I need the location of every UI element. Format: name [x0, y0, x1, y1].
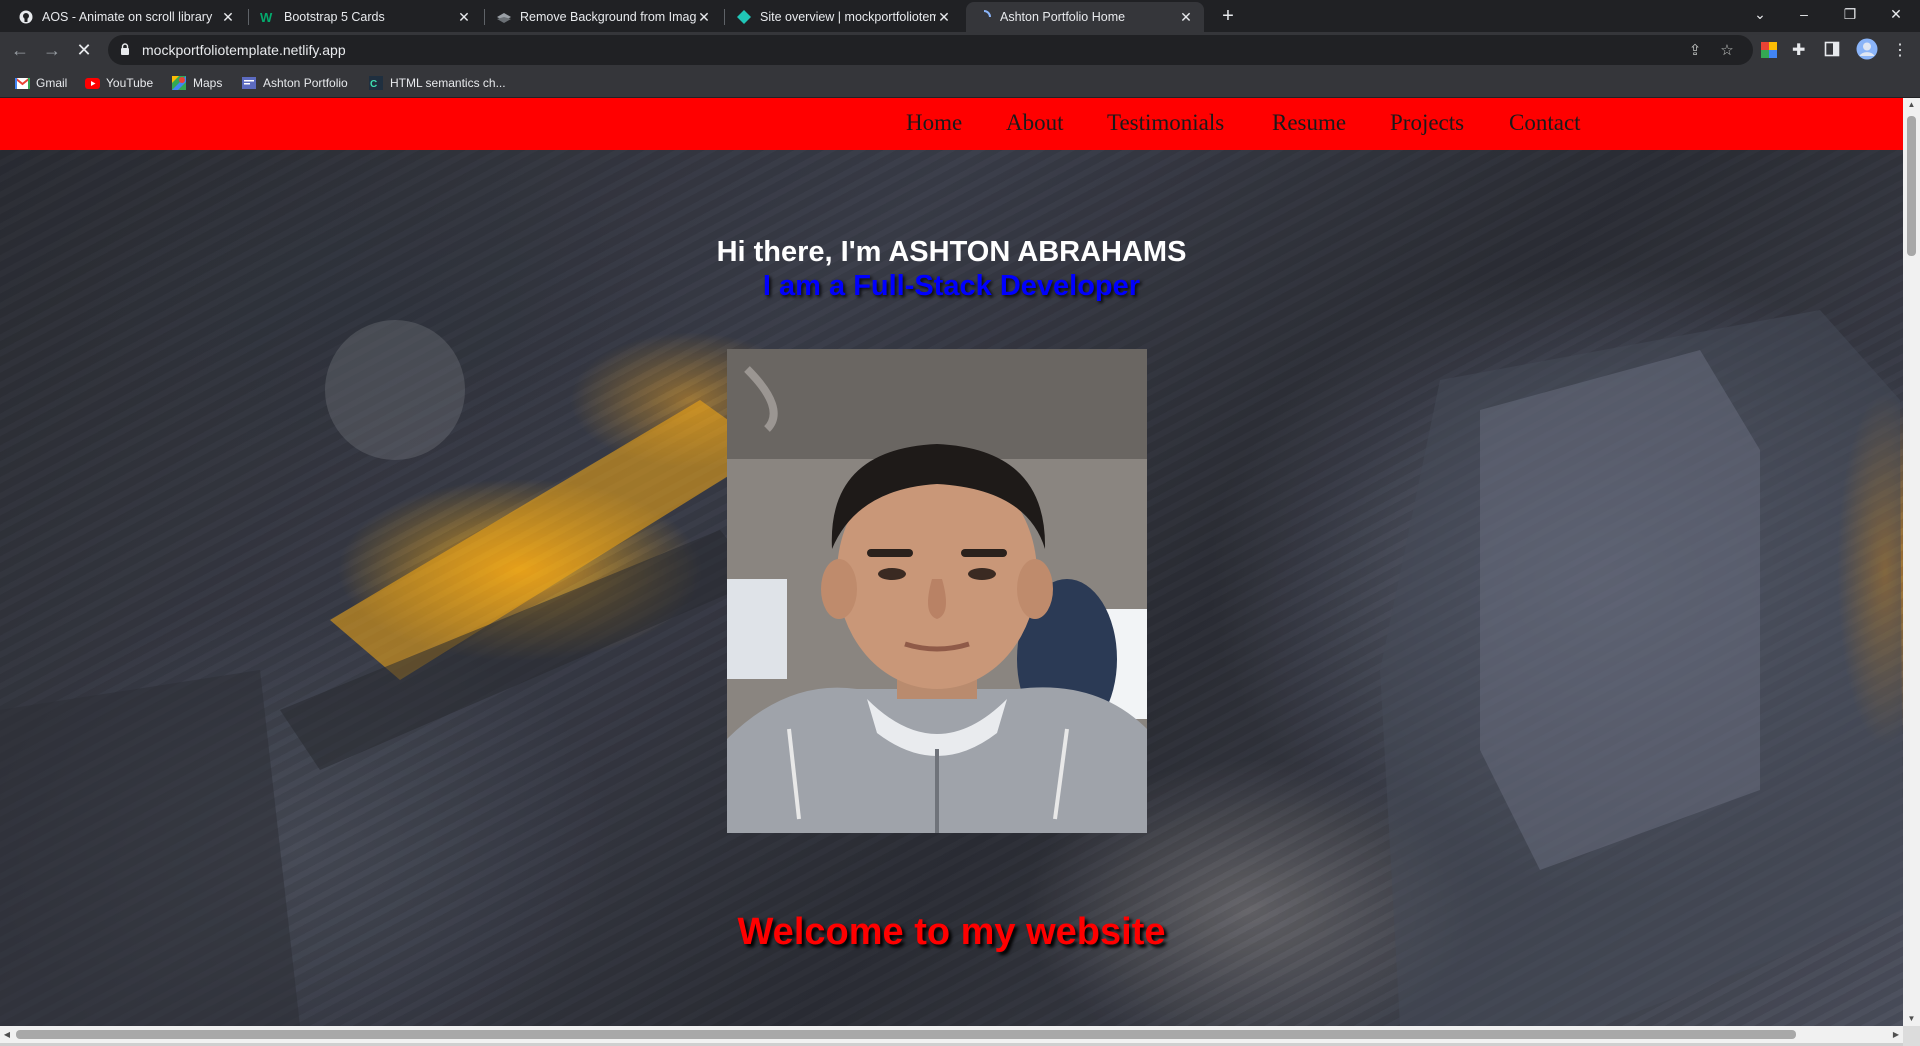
nav-about-link[interactable]: About — [1006, 110, 1064, 136]
arrow-left-icon: ← — [11, 40, 29, 60]
horizontal-scroll-thumb[interactable] — [16, 1030, 1796, 1039]
bookmark-html-semantics[interactable]: C HTML semantics ch... — [368, 74, 506, 92]
vertical-scroll-thumb[interactable] — [1907, 116, 1916, 256]
bookmark-label: YouTube — [106, 76, 154, 90]
tab-label: AOS - Animate on scroll library — [42, 10, 213, 24]
bookmark-youtube[interactable]: YouTube — [84, 74, 153, 92]
w3schools-icon: W — [260, 9, 276, 25]
restore-button[interactable]: ❐ — [1828, 0, 1872, 28]
address-bar[interactable]: mockportfoliotemplate.netlify.app ⇪ ☆ — [108, 35, 1753, 65]
tab-netlify[interactable]: Site overview | mockportfoliotem ✕ — [726, 2, 962, 32]
tab-ashton-portfolio[interactable]: Ashton Portfolio Home ✕ — [966, 2, 1204, 32]
scroll-down-arrow-icon[interactable]: ▼ — [1903, 1012, 1920, 1026]
bookmark-label: Ashton Portfolio — [263, 76, 348, 90]
extensions-puzzle-icon[interactable]: ✚ — [1792, 41, 1812, 61]
bookmark-label: Maps — [193, 76, 223, 90]
maps-icon — [171, 75, 187, 91]
scroll-up-arrow-icon[interactable]: ▲ — [1903, 98, 1920, 112]
removebg-icon — [496, 9, 512, 25]
github-icon — [18, 9, 34, 25]
forward-button[interactable]: → — [40, 38, 64, 62]
arrow-right-icon: → — [43, 40, 61, 60]
horizontal-scrollbar[interactable]: ◀ ▶ — [0, 1026, 1903, 1043]
tab-bootstrap-cards[interactable]: W Bootstrap 5 Cards ✕ — [250, 2, 482, 32]
url-text: mockportfoliotemplate.netlify.app — [142, 42, 346, 58]
nav-resume-link[interactable]: Resume — [1272, 110, 1346, 136]
site-navbar: Home About Testimonials Resume Projects … — [0, 98, 1903, 150]
tab-strip: AOS - Animate on scroll library ✕ W Boot… — [0, 0, 1920, 32]
more-menu-icon[interactable]: ⋮ — [1890, 41, 1910, 61]
tab-aos[interactable]: AOS - Animate on scroll library ✕ — [8, 2, 246, 32]
tab-label: Remove Background from Image — [520, 10, 696, 24]
nav-contact-link[interactable]: Contact — [1509, 110, 1581, 136]
bookmarks-bar: Gmail YouTube Maps Ashton Portfolio C HT… — [0, 68, 1920, 98]
tab-search-button[interactable]: ⌄ — [1738, 0, 1782, 28]
page-viewport: Home About Testimonials Resume Projects … — [0, 98, 1903, 1026]
close-icon: ✕ — [76, 40, 92, 60]
tab-label: Ashton Portfolio Home — [1000, 10, 1126, 24]
bookmark-label: Gmail — [36, 76, 68, 90]
profile-photo — [727, 349, 1147, 833]
bookmark-label: HTML semantics ch... — [390, 76, 506, 90]
bookmark-star-icon[interactable]: ☆ — [1718, 42, 1736, 60]
lock-icon — [120, 43, 130, 61]
vertical-scrollbar[interactable]: ▲ ▼ — [1903, 98, 1920, 1026]
profile-avatar[interactable] — [1856, 38, 1878, 60]
minimize-button[interactable]: – — [1782, 0, 1826, 28]
svg-text:C: C — [370, 79, 377, 90]
nav-home-link[interactable]: Home — [906, 110, 962, 136]
bookmark-gmail[interactable]: Gmail — [14, 74, 67, 92]
nav-projects-link[interactable]: Projects — [1390, 110, 1464, 136]
close-icon[interactable]: ✕ — [936, 9, 952, 26]
svg-text:W: W — [260, 10, 273, 24]
browser-toolbar: ← → ✕ mockportfoliotemplate.netlify.app … — [0, 32, 1920, 68]
tab-label: Bootstrap 5 Cards — [284, 10, 385, 24]
tab-separator — [248, 9, 249, 25]
stop-loading-button[interactable]: ✕ — [72, 38, 96, 62]
tab-remove-bg[interactable]: Remove Background from Image ✕ — [486, 2, 722, 32]
loading-icon — [976, 9, 992, 25]
back-button[interactable]: ← — [8, 38, 32, 62]
close-window-button[interactable]: ✕ — [1874, 0, 1918, 28]
tab-separator — [484, 9, 485, 25]
scrollbar-corner — [1903, 1026, 1920, 1046]
close-icon[interactable]: ✕ — [456, 9, 472, 26]
nav-testimonials-link[interactable]: Testimonials — [1107, 110, 1224, 136]
tab-label: Site overview | mockportfoliotem — [760, 10, 936, 24]
close-icon[interactable]: ✕ — [696, 9, 712, 26]
tab-separator — [724, 9, 725, 25]
close-icon[interactable]: ✕ — [220, 9, 236, 26]
portfolio-icon — [241, 75, 257, 91]
side-panel-icon[interactable] — [1824, 41, 1844, 61]
gmail-icon — [14, 75, 30, 91]
youtube-icon — [84, 75, 100, 91]
hero-title: Hi there, I'm ASHTON ABRAHAMS — [716, 236, 1187, 268]
codecademy-icon: C — [368, 75, 384, 91]
bookmark-ashton-portfolio[interactable]: Ashton Portfolio — [241, 74, 348, 92]
hero-subtitle: I am a Full-Stack Developer — [762, 270, 1141, 302]
share-icon[interactable]: ⇪ — [1686, 42, 1704, 60]
close-icon[interactable]: ✕ — [1178, 9, 1194, 26]
extension-colorful-icon[interactable] — [1760, 41, 1780, 61]
welcome-heading: Welcome to my website — [737, 911, 1166, 953]
new-tab-button[interactable]: + — [1215, 4, 1241, 28]
netlify-icon — [736, 9, 752, 25]
scroll-right-arrow-icon[interactable]: ▶ — [1889, 1026, 1903, 1043]
scroll-left-arrow-icon[interactable]: ◀ — [0, 1026, 14, 1043]
bookmark-maps[interactable]: Maps — [171, 74, 222, 92]
